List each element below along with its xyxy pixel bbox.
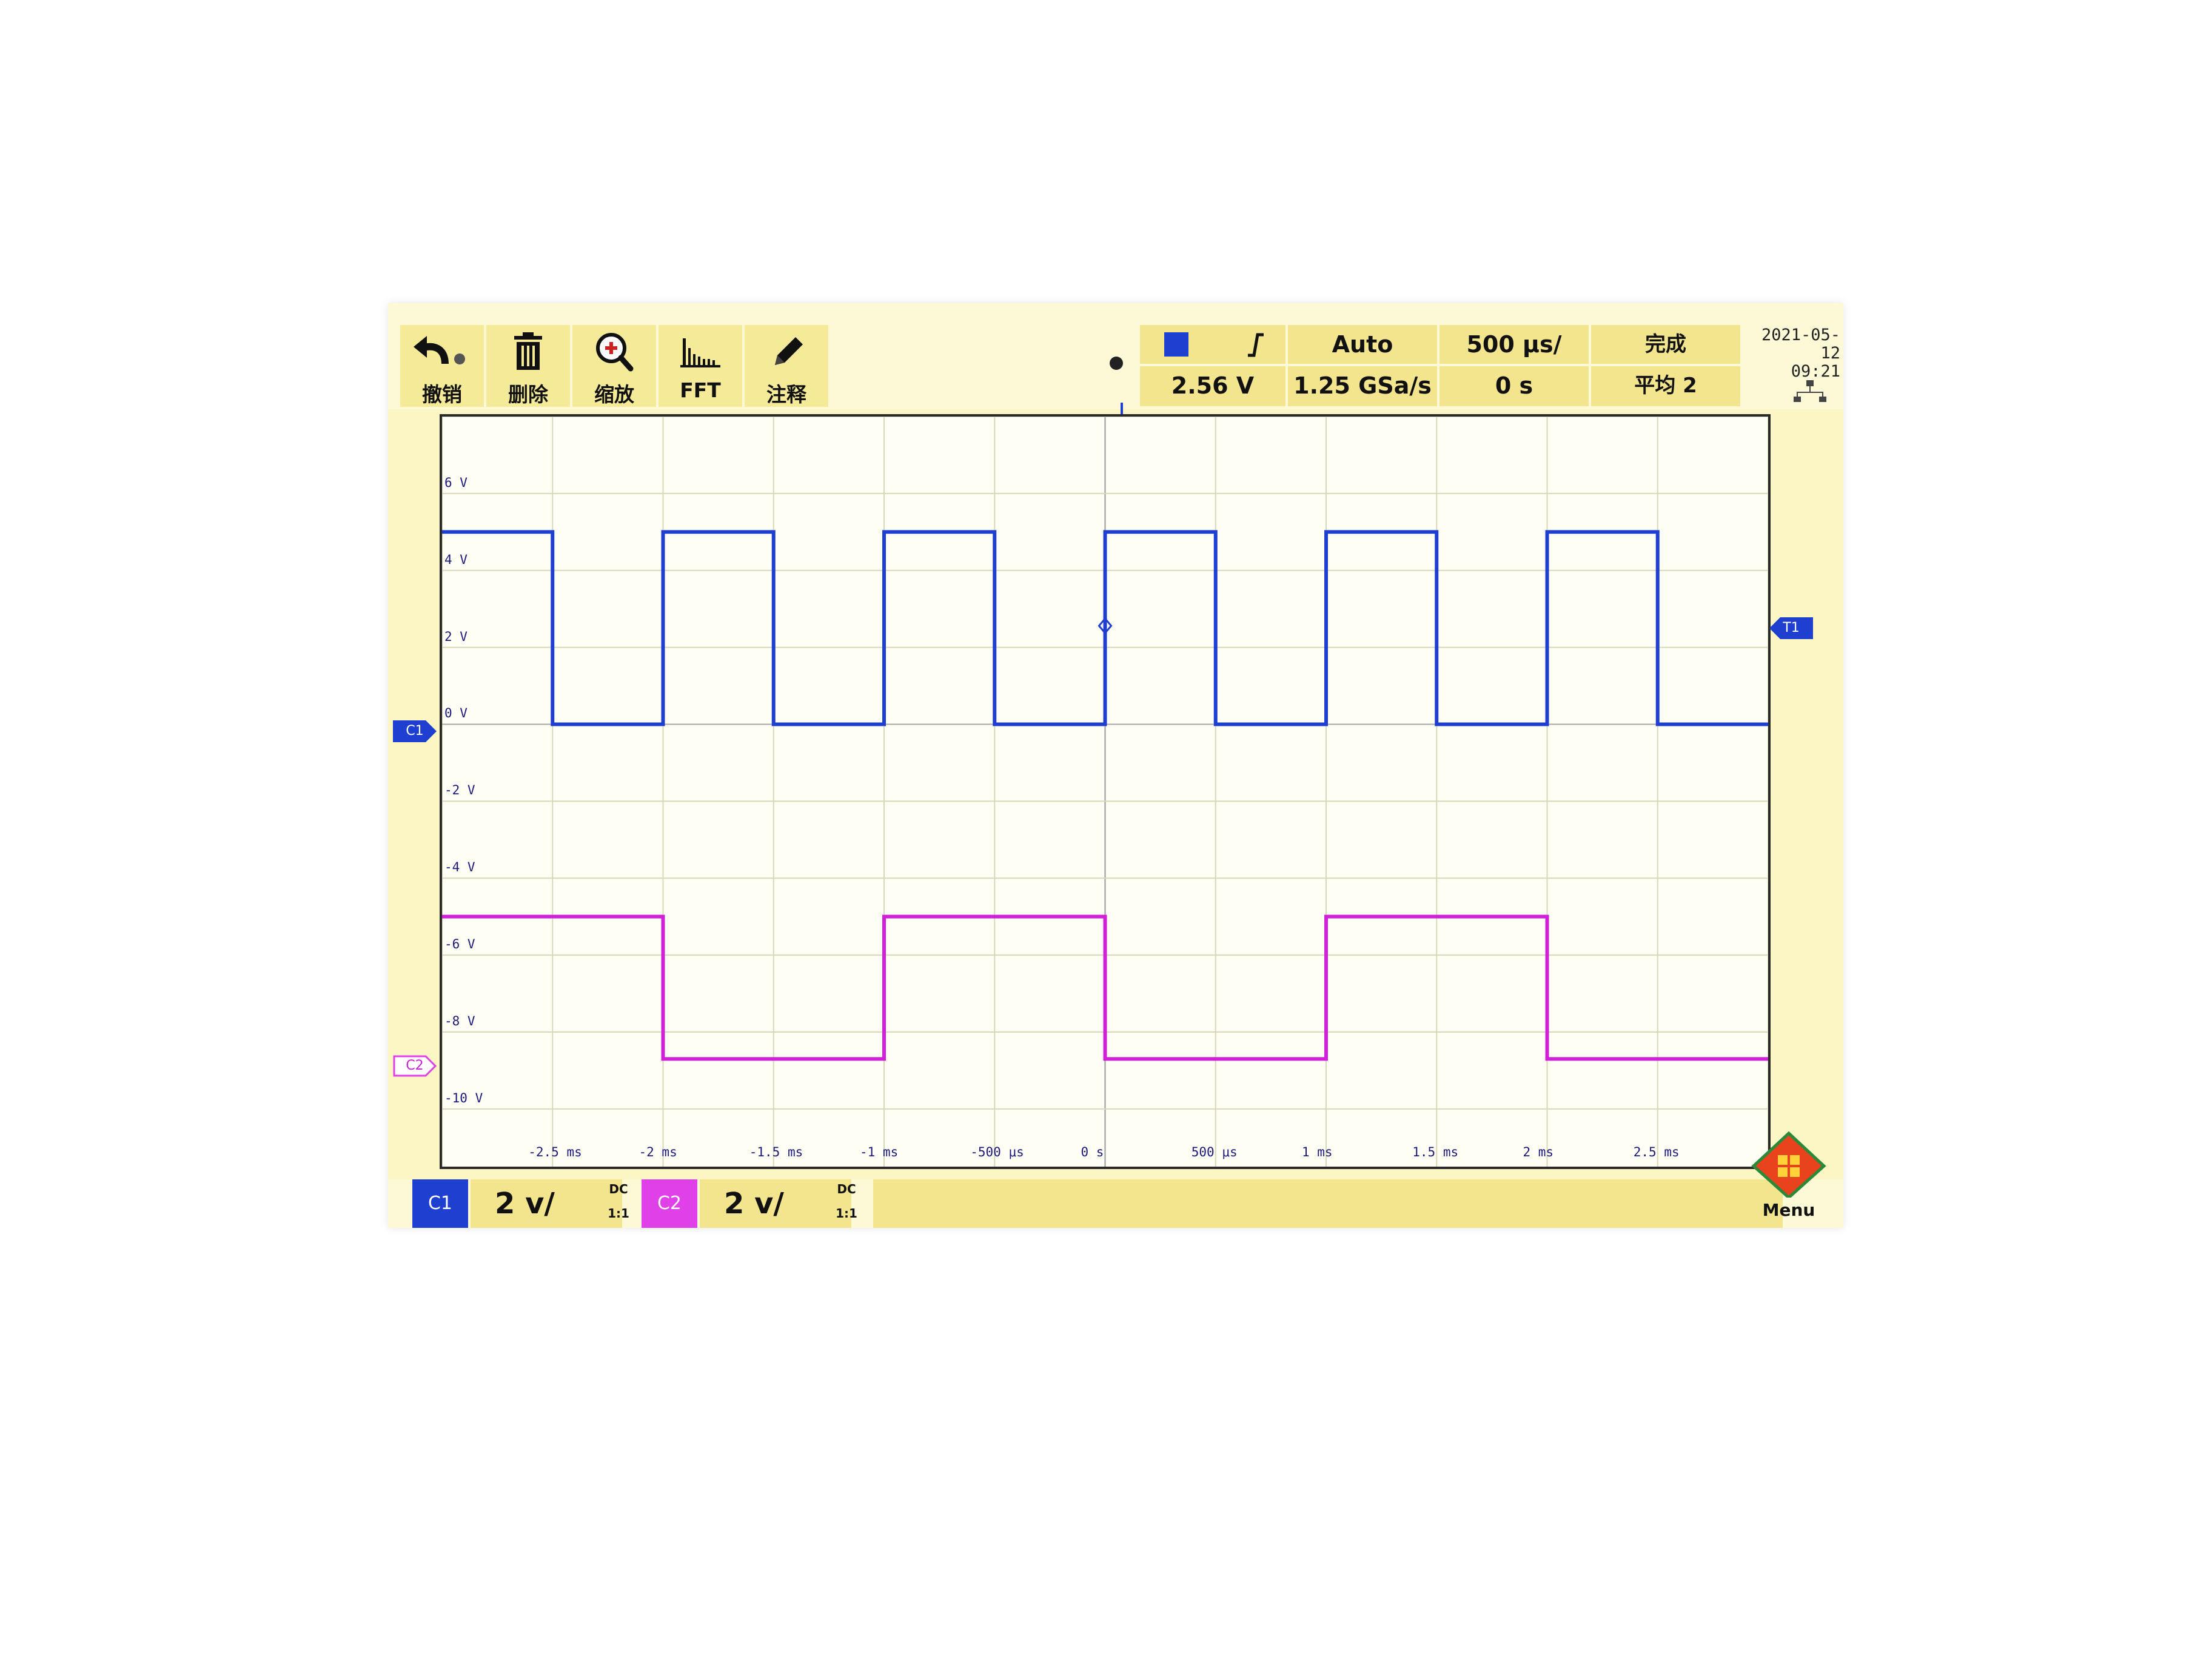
trace-c1: [442, 530, 1768, 726]
zoom-button[interactable]: 缩放: [572, 325, 659, 407]
delete-label: 删除: [508, 383, 548, 406]
menu-icon: [1751, 1131, 1826, 1200]
voltage-label: -2 V: [444, 783, 475, 798]
time-label: 1 ms: [1302, 1145, 1333, 1159]
c1-chip[interactable]: C1: [412, 1179, 468, 1228]
undo-icon: [400, 329, 484, 374]
delete-button[interactable]: 删除: [486, 325, 572, 407]
time-label: 2 ms: [1523, 1145, 1554, 1159]
timebase-cell[interactable]: 500 μs/: [1439, 325, 1589, 364]
time-label: -1.5 ms: [749, 1145, 803, 1159]
trigger-level: 2.56 V: [1171, 372, 1255, 399]
trigger-mode-cell[interactable]: Auto: [1288, 325, 1437, 364]
waveform-plot: [442, 417, 1768, 1167]
fft-label: FFT: [680, 378, 721, 402]
time-label: -2 ms: [638, 1145, 677, 1159]
time-label: 2.5 ms: [1633, 1145, 1680, 1159]
rising-edge-icon: [1243, 331, 1267, 358]
delay: 0 s: [1495, 372, 1533, 399]
fft-icon: [659, 329, 742, 374]
trigger-source-cell[interactable]: [1140, 325, 1285, 364]
trigger-mode: Auto: [1332, 331, 1393, 358]
menu-button[interactable]: Menu: [1746, 1131, 1831, 1222]
voltage-label: -4 V: [444, 860, 475, 875]
c1-probe: 1:1: [608, 1206, 629, 1221]
trigger-level-marker[interactable]: T1: [1769, 617, 1813, 639]
sample-rate-cell: 1.25 GSa/s: [1288, 366, 1437, 406]
c2-ground-marker[interactable]: C2: [393, 1055, 437, 1077]
voltage-label: -10 V: [444, 1090, 483, 1105]
voltage-label: 4 V: [444, 552, 468, 567]
annotate-label: 注释: [766, 383, 806, 406]
fft-button[interactable]: FFT: [659, 325, 745, 407]
menu-label: Menu: [1762, 1200, 1815, 1220]
top-bar: 撤销 删除 缩放 FFT 注释 2.56 V Auto 1.25 GSa/s 5…: [388, 303, 1843, 409]
voltage-label: 0 V: [444, 706, 468, 721]
delay-cell[interactable]: 0 s: [1439, 366, 1589, 406]
c1-ground-marker[interactable]: C1: [393, 720, 437, 742]
date: 2021-05-12: [1761, 326, 1840, 363]
undo-label: 撤销: [422, 383, 462, 406]
acq-mode: 平均 2: [1634, 374, 1697, 398]
voltage-label: -8 V: [444, 1013, 475, 1028]
zoom-icon: [572, 329, 656, 374]
c2-chip[interactable]: C2: [642, 1179, 697, 1228]
bottom-bar: C1 2 v/ DC 1:1 C2 2 v/ DC 1:1: [388, 1179, 1843, 1228]
voltage-label: -6 V: [444, 937, 475, 952]
c1-coupling: DC: [609, 1182, 628, 1196]
trigger-level-cell[interactable]: 2.56 V: [1140, 366, 1285, 406]
acq-mode-cell[interactable]: 平均 2: [1591, 366, 1740, 406]
time-label: -2.5 ms: [528, 1145, 582, 1159]
time-label: 500 μs: [1191, 1145, 1238, 1159]
acq-state-cell[interactable]: 完成: [1591, 325, 1740, 364]
undo-button[interactable]: 撤销: [400, 325, 486, 407]
pencil-icon: [745, 329, 828, 374]
datetime: 2021-05-12 09:21: [1743, 326, 1840, 381]
acq-state: 完成: [1645, 332, 1686, 357]
time: 09:21: [1791, 362, 1840, 381]
trace-c2: [442, 914, 1768, 1061]
c2-probe: 1:1: [836, 1206, 857, 1221]
voltage-label: 2 V: [444, 629, 468, 644]
network-icon: [1792, 379, 1828, 403]
time-label: 0 s: [1081, 1145, 1104, 1159]
annotate-button[interactable]: 注释: [745, 325, 831, 407]
c2-coupling: DC: [837, 1182, 856, 1196]
oscilloscope-screen: 撤销 删除 缩放 FFT 注释 2.56 V Auto 1.25 GSa/s 5…: [388, 303, 1843, 1228]
time-label: -500 μs: [970, 1145, 1024, 1159]
sample-rate: 1.25 GSa/s: [1293, 372, 1432, 399]
time-label: -1 ms: [860, 1145, 899, 1159]
timebase: 500 μs/: [1466, 331, 1562, 358]
c1-scale[interactable]: 2 v/: [471, 1179, 622, 1228]
voltage-label: 6 V: [444, 475, 468, 490]
time-label: 1.5 ms: [1412, 1145, 1459, 1159]
bottom-empty-area: [873, 1179, 1783, 1228]
waveform-display[interactable]: 6 V 4 V 2 V 0 V -2 V -4 V -6 V -8 V -10 V -2.5 m…: [440, 414, 1771, 1169]
zoom-label: 缩放: [594, 383, 634, 406]
trash-icon: [486, 329, 570, 374]
trigger-source-swatch: [1164, 332, 1188, 357]
record-dot-icon: [1110, 357, 1123, 370]
